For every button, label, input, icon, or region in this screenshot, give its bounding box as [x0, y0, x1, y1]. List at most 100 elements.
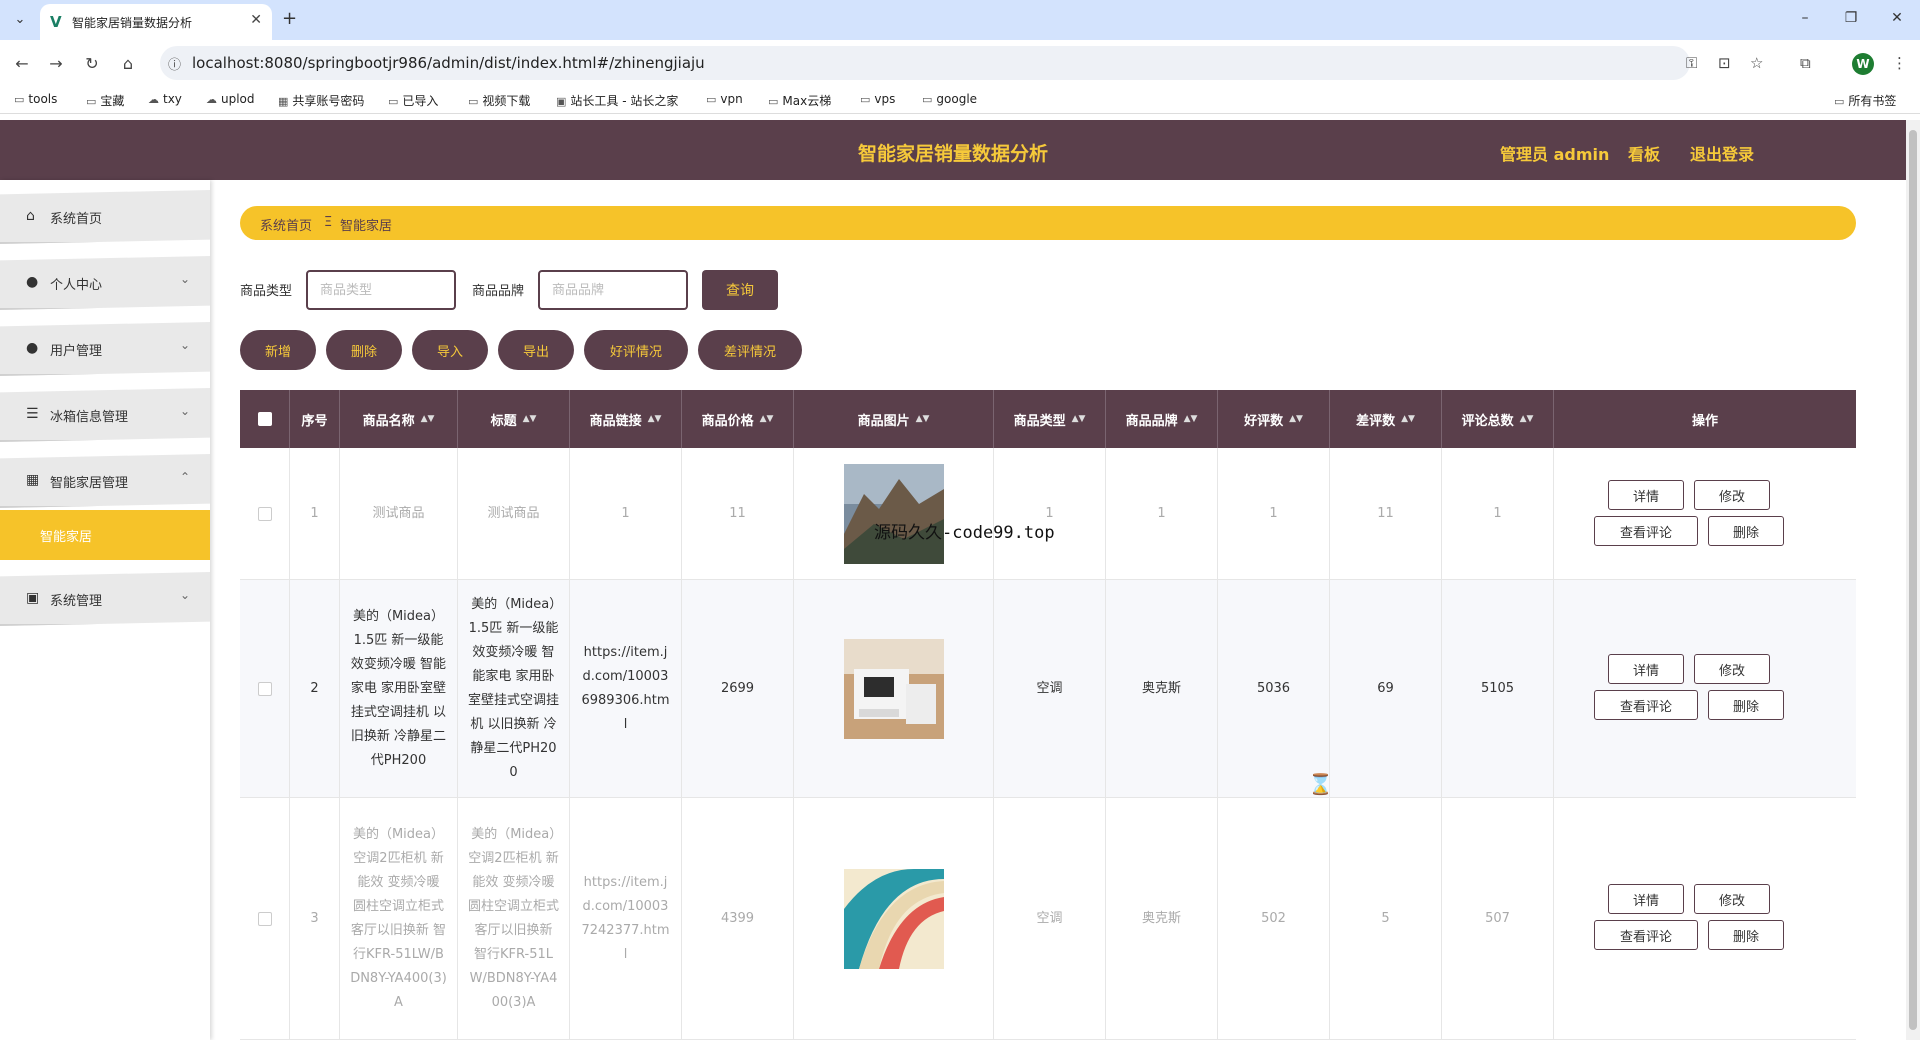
edit-button[interactable]: 修改	[1694, 654, 1770, 684]
new-tab-icon[interactable]: +	[282, 8, 297, 29]
minimize-icon[interactable]: –	[1790, 10, 1820, 26]
row-checkbox[interactable]	[257, 911, 272, 926]
bookmark-item[interactable]: ▭ 视频下载	[468, 92, 530, 109]
home-icon[interactable]: ⌂	[116, 52, 140, 76]
row-checkbox[interactable]	[257, 681, 272, 696]
logout-link[interactable]: 退出登录	[1690, 141, 1754, 165]
cell-bad: 11	[1330, 448, 1442, 579]
type-search-input[interactable]	[306, 270, 456, 310]
url-field[interactable]: ⓘ localhost:8080/springbootjr986/admin/d…	[160, 46, 1690, 80]
bad-review-button[interactable]: 差评情况	[698, 330, 802, 370]
site-info-icon[interactable]: ⓘ	[168, 54, 181, 73]
scrollbar-thumb[interactable]	[1909, 130, 1917, 1030]
good-review-button[interactable]: 好评情况	[584, 330, 688, 370]
board-link[interactable]: 看板	[1628, 141, 1660, 165]
detail-button[interactable]: 详情	[1608, 654, 1684, 684]
forward-icon[interactable]: →	[44, 52, 68, 76]
sort-icon[interactable]: ▲▼	[1520, 414, 1534, 424]
sort-icon[interactable]: ▲▼	[760, 414, 774, 424]
cell-price: 2699	[682, 580, 794, 797]
col-image[interactable]: 商品图片 ▲▼	[794, 390, 994, 448]
bookmark-item[interactable]: ▣ 站长工具 - 站长之家	[556, 92, 678, 109]
window-close-icon[interactable]: ✕	[1882, 10, 1912, 26]
view-comments-button[interactable]: 查看评论	[1594, 516, 1698, 546]
col-type[interactable]: 商品类型 ▲▼	[994, 390, 1106, 448]
product-image[interactable]	[843, 638, 944, 739]
row-delete-button[interactable]: 删除	[1708, 920, 1784, 950]
add-button[interactable]: 新增	[240, 330, 316, 370]
sidebar-item-smarthome[interactable]: ▦ 智能家居管理 ⌃	[0, 454, 210, 508]
col-total[interactable]: 评论总数 ▲▼	[1442, 390, 1554, 448]
bookmark-item[interactable]: ▭ google	[922, 92, 977, 106]
col-link[interactable]: 商品链接 ▲▼	[570, 390, 682, 448]
folder-icon: ▭	[1834, 95, 1845, 108]
product-image[interactable]	[843, 463, 944, 564]
sidebar-item-system[interactable]: ▣ 系统管理 ⌄	[0, 572, 210, 626]
brand-search-input[interactable]	[538, 270, 688, 310]
view-comments-button[interactable]: 查看评论	[1594, 690, 1698, 720]
select-all-checkbox[interactable]	[257, 412, 272, 426]
browser-tab[interactable]: V 智能家居销量数据分析 ✕	[40, 4, 272, 40]
back-icon[interactable]: ←	[10, 52, 34, 76]
sliders-icon: ☰	[26, 406, 39, 422]
col-price[interactable]: 商品价格 ▲▼	[682, 390, 794, 448]
bookmark-item[interactable]: ▭ 已导入	[388, 92, 438, 109]
brand-label: 商品品牌	[472, 284, 525, 299]
row-delete-button[interactable]: 删除	[1708, 516, 1784, 546]
sidebar-item-personal[interactable]: ● 个人中心 ⌄	[0, 256, 210, 310]
query-button[interactable]: 查询	[702, 270, 778, 310]
row-delete-button[interactable]: 删除	[1708, 690, 1784, 720]
sidebar-item-home[interactable]: ⌂ 系统首页	[0, 190, 210, 244]
row-checkbox[interactable]	[257, 506, 272, 521]
edit-button[interactable]: 修改	[1694, 884, 1770, 914]
col-brand[interactable]: 商品品牌 ▲▼	[1106, 390, 1218, 448]
breadcrumb-home[interactable]: 系统首页	[260, 215, 312, 234]
edit-button[interactable]: 修改	[1694, 480, 1770, 510]
export-button[interactable]: 导出	[498, 330, 574, 370]
extensions-icon[interactable]: ⧉	[1800, 54, 1811, 72]
detail-button[interactable]: 详情	[1608, 884, 1684, 914]
sidebar-subitem-smarthome[interactable]: 智能家居	[0, 510, 210, 560]
bookmark-item[interactable]: ▭ 宝藏	[86, 92, 124, 109]
all-bookmarks[interactable]: ▭ 所有书签	[1834, 92, 1896, 109]
view-comments-button[interactable]: 查看评论	[1594, 920, 1698, 950]
sort-icon[interactable]: ▲▼	[1072, 414, 1086, 424]
delete-button[interactable]: 删除	[326, 330, 402, 370]
tab-close-icon[interactable]: ✕	[250, 12, 262, 28]
col-name[interactable]: 商品名称 ▲▼	[340, 390, 458, 448]
reload-icon[interactable]: ↻	[80, 52, 104, 76]
col-bad[interactable]: 差评数 ▲▼	[1330, 390, 1442, 448]
sort-icon[interactable]: ▲▼	[648, 414, 662, 424]
sort-icon[interactable]: ▲▼	[523, 414, 537, 424]
bookmark-item[interactable]: ☁ txy	[148, 92, 182, 106]
tab-search-icon[interactable]: ⌄	[8, 8, 32, 32]
sort-icon[interactable]: ▲▼	[916, 414, 930, 424]
import-button[interactable]: 导入	[412, 330, 488, 370]
col-title[interactable]: 标题 ▲▼	[458, 390, 570, 448]
screenshot-icon[interactable]: ⊡	[1718, 54, 1731, 72]
sort-icon[interactable]: ▲▼	[1184, 414, 1198, 424]
detail-button[interactable]: 详情	[1608, 480, 1684, 510]
password-key-icon[interactable]: ⚿	[1686, 54, 1697, 72]
bookmark-item[interactable]: ▭ tools	[14, 92, 57, 106]
bookmark-item[interactable]: ☁ uplod	[206, 92, 255, 106]
sort-icon[interactable]: ▲▼	[1289, 414, 1303, 424]
col-label: 商品图片	[857, 413, 910, 429]
product-image[interactable]	[843, 868, 944, 969]
sort-icon[interactable]: ▲▼	[1401, 414, 1415, 424]
bookmark-star-icon[interactable]: ☆	[1750, 54, 1763, 72]
bookmark-item[interactable]: ▦ 共享账号密码	[278, 92, 364, 109]
bookmark-item[interactable]: ▭ Max云梯	[768, 92, 831, 109]
sidebar-item-fridge[interactable]: ☰ 冰箱信息管理 ⌄	[0, 388, 210, 442]
browser-menu-icon[interactable]: ⋮	[1892, 54, 1907, 72]
sort-icon[interactable]: ▲▼	[421, 414, 435, 424]
sidebar-item-users[interactable]: ● 用户管理 ⌄	[0, 322, 210, 376]
cell-type: 空调	[994, 798, 1106, 1039]
page-scrollbar[interactable]	[1906, 120, 1920, 1040]
cell-name: 测试商品	[340, 448, 458, 579]
restore-icon[interactable]: ❐	[1836, 10, 1866, 26]
bookmark-item[interactable]: ▭ vpn	[706, 92, 743, 106]
col-good[interactable]: 好评数 ▲▼	[1218, 390, 1330, 448]
profile-avatar[interactable]: W	[1852, 53, 1874, 75]
bookmark-item[interactable]: ▭ vps	[860, 92, 895, 106]
